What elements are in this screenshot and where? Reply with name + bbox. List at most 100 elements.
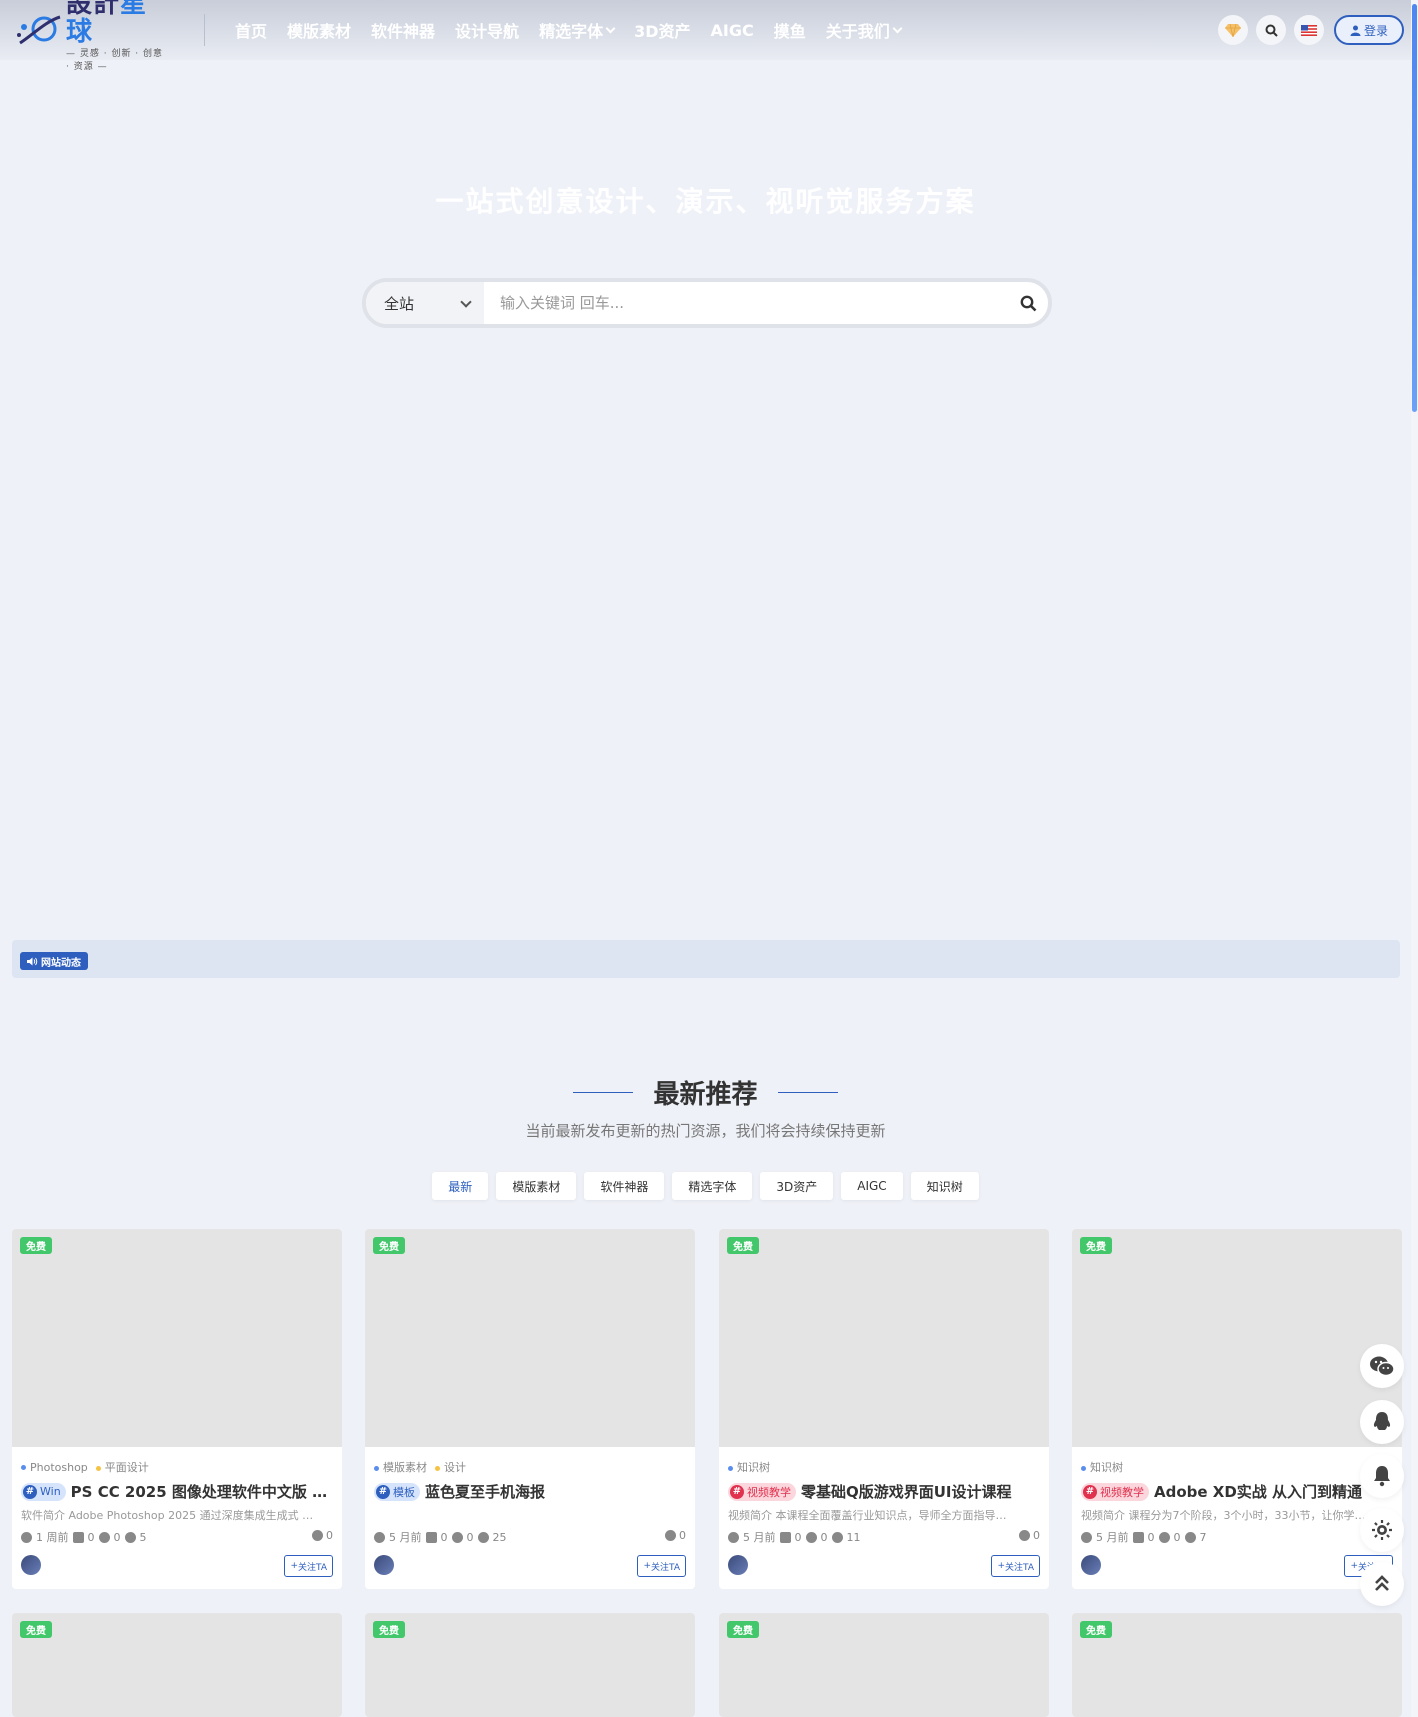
qq-button[interactable]: [1360, 1400, 1404, 1444]
bell-icon: [1374, 1466, 1390, 1487]
free-badge: 免费: [727, 1621, 759, 1638]
follow-button[interactable]: + 关注TA: [284, 1555, 333, 1577]
card-comments: 0: [326, 1529, 333, 1542]
free-badge: 免费: [373, 1237, 405, 1254]
resource-card[interactable]: 免费 模版素材 设计 # 模板 蓝色夏至手机海报 5 月前 0 0 25 0 + 关…: [365, 1229, 695, 1589]
tab-3d-assets[interactable]: 3D资产: [760, 1172, 834, 1200]
search-scope-value: 全站: [384, 294, 415, 313]
card-time: 5 月前: [1096, 1531, 1129, 1544]
comment-icon: [665, 1530, 676, 1541]
card-title[interactable]: # 模板 蓝色夏至手机海报: [374, 1481, 686, 1502]
card-likes: 0: [440, 1530, 448, 1544]
card-category[interactable]: 知识树: [1081, 1459, 1123, 1475]
card-thumbnail[interactable]: 免费: [12, 1229, 342, 1447]
card-thumbnail[interactable]: 免费: [719, 1229, 1049, 1447]
site-header: 設計星球 — 灵感 · 创新 · 创意 · 资源 — 首页 模版素材 软件神器 …: [0, 0, 1411, 72]
tab-latest[interactable]: 最新: [432, 1172, 489, 1200]
search-scope-select[interactable]: 全站: [366, 282, 484, 324]
card-excerpt: 视频简介 课程分为7个阶段，3个小时，33小节，让你学…: [1081, 1509, 1366, 1522]
nav-item-aigc[interactable]: AIGC: [711, 18, 754, 42]
login-button[interactable]: 登录: [1334, 15, 1404, 45]
card-category[interactable]: 知识树: [728, 1459, 770, 1475]
card-categories: 知识树: [1081, 1459, 1393, 1475]
resource-card[interactable]: 免费: [365, 1613, 695, 1717]
card-thumbnail[interactable]: 免费: [1072, 1229, 1402, 1447]
card-thumbnail[interactable]: 免费: [1072, 1613, 1402, 1717]
card-title[interactable]: # 视频教学 零基础Q版游戏界面UI设计课程: [728, 1481, 1040, 1502]
card-meta: 5 月前 0 0 25 0: [374, 1529, 686, 1545]
nav-item-3d-assets[interactable]: 3D资产: [634, 18, 690, 42]
card-thumbnail[interactable]: 免费: [12, 1613, 342, 1717]
card-title[interactable]: # 视频教学 Adobe XD实战 从入门到精通: [1081, 1481, 1393, 1502]
card-meta: 5 月前 0 0 7: [1081, 1529, 1393, 1545]
author-avatar[interactable]: [374, 1555, 394, 1575]
nav-item-fonts[interactable]: 精选字体: [539, 18, 616, 42]
thumbs-up-icon: [72, 1531, 84, 1543]
card-tag[interactable]: # 视频教学: [728, 1482, 796, 1501]
speaker-icon: [27, 957, 38, 965]
nav-item-moyu[interactable]: 摸鱼: [774, 18, 806, 42]
nav-item-templates[interactable]: 模版素材: [287, 18, 351, 42]
language-button[interactable]: [1294, 15, 1324, 45]
resource-card[interactable]: 免费: [719, 1613, 1049, 1717]
tab-fonts[interactable]: 精选字体: [672, 1172, 753, 1200]
nav-item-home[interactable]: 首页: [235, 18, 267, 42]
back-to-top-button[interactable]: [1360, 1562, 1404, 1606]
card-thumbnail[interactable]: 免费: [365, 1229, 695, 1447]
notification-button[interactable]: [1360, 1454, 1404, 1498]
section-title-line-right: [777, 1092, 838, 1093]
flag-icon: [1301, 24, 1317, 36]
card-title[interactable]: # Win PS CC 2025 图像处理软件中文版 A…: [21, 1481, 333, 1502]
wechat-button[interactable]: [1360, 1344, 1404, 1388]
clock-icon: [1081, 1531, 1092, 1543]
resource-card[interactable]: 免费: [1072, 1613, 1402, 1717]
card-category[interactable]: 设计: [435, 1459, 466, 1475]
nav-item-about[interactable]: 关于我们: [826, 18, 903, 42]
free-badge: 免费: [373, 1621, 405, 1638]
comment-icon: [1019, 1530, 1030, 1541]
follow-button[interactable]: + 关注TA: [637, 1555, 686, 1577]
author-avatar[interactable]: [21, 1555, 41, 1575]
star-icon: [98, 1531, 110, 1543]
theme-toggle-icon: [1372, 1520, 1392, 1540]
card-thumbnail[interactable]: 免费: [719, 1613, 1049, 1717]
card-tag[interactable]: # Win: [21, 1482, 66, 1501]
tab-knowledge[interactable]: 知识树: [910, 1172, 979, 1200]
nav-item-design-nav[interactable]: 设计导航: [455, 18, 519, 42]
tab-aigc[interactable]: AIGC: [841, 1172, 903, 1200]
card-time: 1 周前: [36, 1531, 69, 1544]
search-input[interactable]: [484, 282, 1008, 324]
resource-card[interactable]: 免费 Photoshop 平面设计 # Win PS CC 2025 图像处理软件中…: [12, 1229, 342, 1589]
scrollbar-thumb[interactable]: [1412, 4, 1417, 412]
tab-templates[interactable]: 模版素材: [496, 1172, 577, 1200]
resource-card[interactable]: 免费 知识树 # 视频教学 Adobe XD实战 从入门到精通 视频简介 课程分为…: [1072, 1229, 1402, 1589]
card-tag[interactable]: # 模板: [374, 1482, 420, 1501]
login-label: 登录: [1363, 23, 1388, 38]
author-avatar[interactable]: [1081, 1555, 1101, 1575]
page-scrollbar[interactable]: [1411, 0, 1418, 1717]
planet-logo-icon: [16, 11, 62, 51]
vip-button[interactable]: [1218, 15, 1248, 45]
section-title-line-left: [573, 1092, 634, 1093]
card-excerpt: 软件简介 Adobe Photoshop 2025 通过深度集成生成式 …: [21, 1509, 314, 1522]
card-category[interactable]: Photoshop: [21, 1461, 88, 1474]
resource-card[interactable]: 免费 知识树 # 视频教学 零基础Q版游戏界面UI设计课程 视频简介 本课程全面覆…: [719, 1229, 1049, 1589]
author-avatar[interactable]: [728, 1555, 748, 1575]
card-tag[interactable]: # 视频教学: [1081, 1482, 1149, 1501]
star-icon: [1158, 1531, 1170, 1543]
resource-card[interactable]: 免费: [12, 1613, 342, 1717]
logo-slogan: — 灵感 · 创新 · 创意 · 资源 —: [66, 49, 164, 72]
clock-icon: [21, 1531, 32, 1543]
search-submit-button[interactable]: [1008, 282, 1048, 324]
card-category[interactable]: 平面设计: [95, 1459, 149, 1475]
card-likes: 0: [1147, 1530, 1155, 1544]
card-thumbnail[interactable]: 免费: [365, 1613, 695, 1717]
header-search-button[interactable]: [1256, 15, 1286, 45]
site-logo[interactable]: 設計星球 — 灵感 · 创新 · 创意 · 资源 —: [16, 0, 168, 72]
star-icon: [805, 1531, 817, 1543]
tab-software[interactable]: 软件神器: [584, 1172, 665, 1200]
card-category[interactable]: 模版素材: [374, 1459, 427, 1475]
follow-button[interactable]: + 关注TA: [991, 1555, 1040, 1577]
nav-item-software[interactable]: 软件神器: [371, 18, 435, 42]
theme-toggle-button[interactable]: [1360, 1508, 1404, 1552]
